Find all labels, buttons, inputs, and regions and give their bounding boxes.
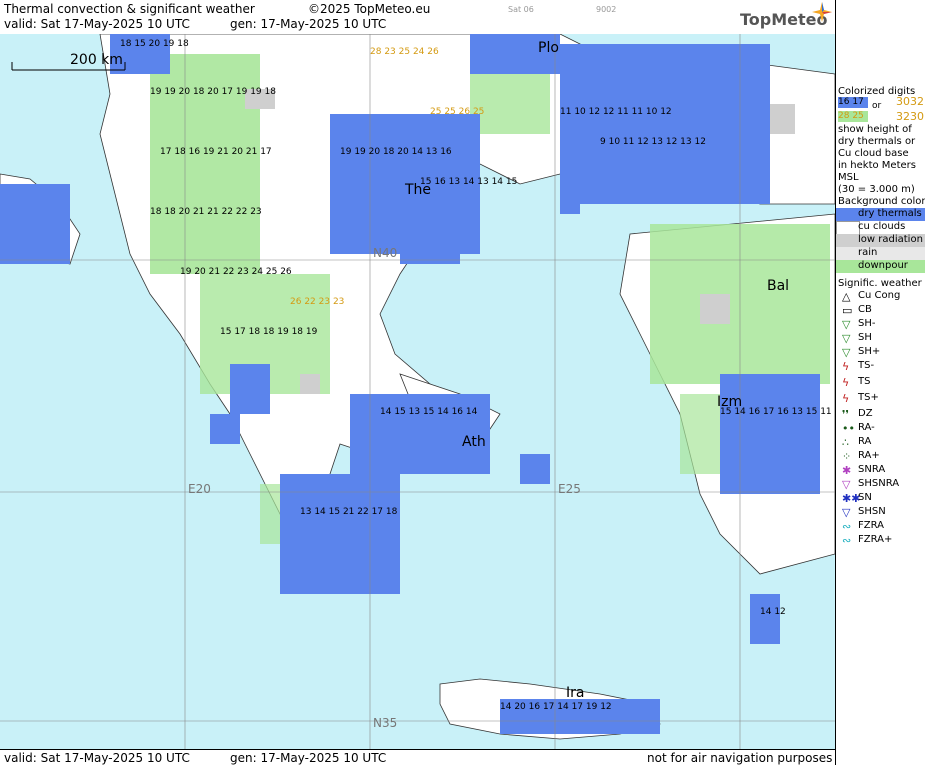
ts-plus-icon: ϟ xyxy=(842,392,850,405)
legend-desc-3: Cu cloud base xyxy=(838,148,909,159)
svg-text:18 18 20 21 21 22 22 23: 18 18 20 21 21 22 22 23 xyxy=(150,207,262,217)
snra-icon: ✱ xyxy=(842,464,852,477)
svg-text:19 20 21 22 23 24 25 26: 19 20 21 22 23 24 25 26 xyxy=(180,267,292,277)
legend-sig-rap: RA+ xyxy=(858,450,880,461)
svg-text:25 25 26 25: 25 25 26 25 xyxy=(430,107,484,117)
legend-sig-fzrap: FZRA+ xyxy=(858,534,893,545)
legend-bg-rain: rain xyxy=(858,247,878,258)
ra-icon: ∴ xyxy=(842,436,849,449)
footer: valid: Sat 17-May-2025 10 UTC gen: 17-Ma… xyxy=(0,749,835,766)
city-izm[interactable]: Izm xyxy=(717,394,742,410)
footer-note: not for air navigation purposes xyxy=(647,751,833,765)
legend-sig-shsn: SHSN xyxy=(858,506,886,517)
ts-minus-icon: ϟ xyxy=(842,360,850,373)
legend-sig-shp: SH+ xyxy=(858,346,881,357)
svg-text:9 10 11 12 13 12 13 12: 9 10 11 12 13 12 13 12 xyxy=(600,137,706,147)
svg-text:13 14 15 21 22 17 18: 13 14 15 21 22 17 18 xyxy=(300,507,398,517)
legend-bg-downpour: downpour xyxy=(858,260,908,271)
svg-text:14 12: 14 12 xyxy=(760,607,786,617)
legend-sig-dz: DZ xyxy=(858,408,873,419)
city-the[interactable]: The xyxy=(405,182,431,198)
svg-text:11 10 12 12 11 11 10 12: 11 10 12 12 11 11 10 12 xyxy=(560,107,672,117)
legend-desc-4: in hekto Meters xyxy=(838,160,916,171)
legend-desc-1: show height of xyxy=(838,124,912,135)
legend-desc-2: dry thermals or xyxy=(838,136,916,147)
svg-text:14 15 13 15 14 16 14: 14 15 13 15 14 16 14 xyxy=(380,407,478,417)
header-small-2: 9002 xyxy=(596,5,617,14)
legend-sig-title: Signific. weather xyxy=(838,278,922,289)
legend-sig-ra: RA xyxy=(858,436,872,447)
svg-text:17 18 16 19 21 20 21 17: 17 18 16 19 21 20 21 17 xyxy=(160,147,272,157)
svg-text:26 22 23 23: 26 22 23 23 xyxy=(290,297,344,307)
footer-gen: gen: 17-May-2025 10 UTC xyxy=(230,751,387,765)
header-small-1: Sat 06 xyxy=(508,5,534,14)
legend-sig-sh: SH xyxy=(858,332,872,343)
ra-plus-icon: ⁘ xyxy=(842,450,852,463)
legend-sig-shm: SH- xyxy=(858,318,876,329)
svg-text:19 19 20 18 20 17 19 19 18: 19 19 20 18 20 17 19 19 18 xyxy=(150,87,276,97)
cb-icon: ▭ xyxy=(842,304,853,317)
svg-text:28 23 25 24 26: 28 23 25 24 26 xyxy=(370,47,439,57)
shsnra-icon: ▽ xyxy=(842,478,851,491)
legend-sig-cb: CB xyxy=(858,304,872,315)
city-plo[interactable]: Plo xyxy=(538,40,559,56)
legend-digits-c: 28 25 xyxy=(838,111,868,122)
legend-sig-tsp: TS+ xyxy=(858,392,879,403)
ra-minus-icon: •• xyxy=(842,422,855,435)
city-ath[interactable]: Ath xyxy=(462,434,486,450)
coord-e25: E25 xyxy=(558,482,581,496)
legend-desc-6: (30 = 3.000 m) xyxy=(838,184,915,195)
header: Thermal convection & significant weather… xyxy=(0,0,835,34)
coord-n40: N40 xyxy=(373,246,398,260)
map-title: Thermal convection & significant weather xyxy=(4,2,255,16)
legend-bg-cu: cu clouds xyxy=(858,221,906,232)
legend-digits-b: 3032 xyxy=(896,95,924,108)
fzra-plus-icon: ∾ xyxy=(842,534,852,547)
coord-n35: N35 xyxy=(373,716,398,730)
legend-panel: Colorized digits 16 17 or 3032 28 25 323… xyxy=(835,0,925,765)
city-bal[interactable]: Bal xyxy=(767,278,789,294)
legend-or: or xyxy=(872,101,882,111)
map-canvas: 18 15 20 19 18 19 19 20 18 20 17 19 19 1… xyxy=(0,34,835,749)
city-ira[interactable]: Ira xyxy=(566,685,584,701)
legend-sig-cucong: Cu Cong xyxy=(858,290,901,301)
legend-sig-tsm: TS- xyxy=(858,360,875,371)
legend-sig-ram: RA- xyxy=(858,422,875,433)
svg-text:19 19 20 18 20 14 13 16: 19 19 20 18 20 14 13 16 xyxy=(340,147,452,157)
legend-bg-lowrad: low radiation xyxy=(858,234,923,245)
cu-cong-icon: △ xyxy=(842,290,851,303)
dz-icon: ❜❜ xyxy=(842,408,850,421)
legend-sig-fzra: FZRA xyxy=(858,520,884,531)
legend-bg-title: Background color xyxy=(838,196,925,207)
footer-valid: valid: Sat 17-May-2025 10 UTC xyxy=(4,751,190,765)
legend-sig-shsnra: SHSNRA xyxy=(858,478,900,489)
compass-star-icon xyxy=(812,2,832,22)
shsn-icon: ▽ xyxy=(842,506,851,519)
legend-sig-snra: SNRA xyxy=(858,464,886,475)
scale-label: 200 km xyxy=(70,52,123,68)
sh-plus-icon: ▽ xyxy=(842,346,851,359)
sh-icon: ▽ xyxy=(842,332,851,345)
legend-desc-5: MSL xyxy=(838,172,859,183)
legend-digits-a: 16 17 xyxy=(838,97,868,108)
legend-sig-ts: TS xyxy=(858,376,871,387)
svg-text:15 17 18 18 19 18 19: 15 17 18 18 19 18 19 xyxy=(220,327,318,337)
legend-digits-d: 3230 xyxy=(896,110,924,123)
sh-minus-icon: ▽ xyxy=(842,318,851,331)
svg-text:14 20 16 17 14 17 19 12: 14 20 16 17 14 17 19 12 xyxy=(500,702,612,712)
weather-map[interactable]: 18 15 20 19 18 19 19 20 18 20 17 19 19 1… xyxy=(0,34,835,749)
legend-bg-dry: dry thermals xyxy=(858,208,922,219)
svg-text:18 15 20 19 18: 18 15 20 19 18 xyxy=(120,39,189,49)
fzra-icon: ∾ xyxy=(842,520,852,533)
coord-e20: E20 xyxy=(188,482,211,496)
generated-time: gen: 17-May-2025 10 UTC xyxy=(230,17,387,31)
legend-sig-sn: SN xyxy=(858,492,872,503)
valid-time: valid: Sat 17-May-2025 10 UTC xyxy=(4,17,190,31)
ts-icon: ϟ xyxy=(842,376,850,389)
svg-text:15 16 13 14 13 14 15: 15 16 13 14 13 14 15 xyxy=(420,177,517,187)
copyright: ©2025 TopMeteo.eu xyxy=(308,2,431,16)
